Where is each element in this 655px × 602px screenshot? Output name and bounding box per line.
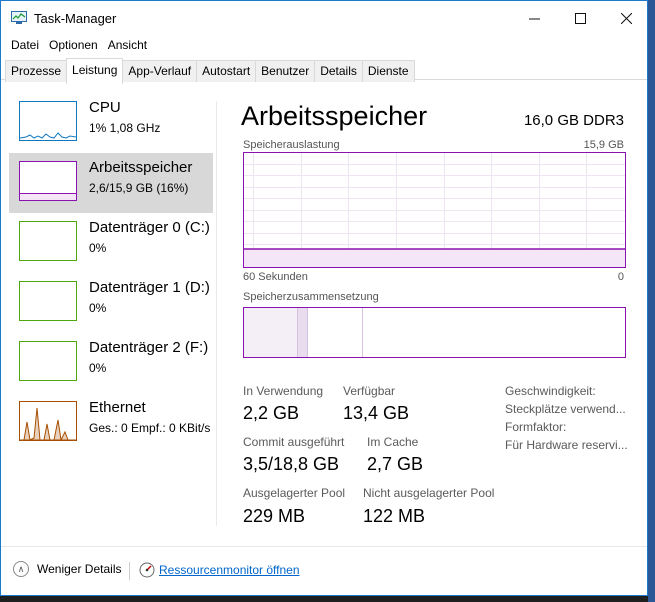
sidebar-item-value: 0% xyxy=(89,361,107,375)
sidebar-item-label: Arbeitsspeicher xyxy=(89,159,193,176)
sidebar-item-value: 2,6/15,9 GB (16%) xyxy=(89,181,189,195)
composition-modified xyxy=(297,308,308,357)
menu-datei[interactable]: Datei xyxy=(1,35,45,55)
available-value: 13,4 GB xyxy=(343,403,410,423)
composition-label: Speicherzusammensetzung xyxy=(243,291,379,303)
sidebar-item-value: 0% xyxy=(89,241,107,255)
sidebar-divider xyxy=(216,101,217,526)
paged-pool-value: 229 MB xyxy=(243,506,306,526)
resource-monitor-icon xyxy=(139,562,155,578)
in-use-value: 2,2 GB xyxy=(243,403,300,423)
tab-autostart[interactable]: Autostart xyxy=(196,60,257,82)
page-title: Arbeitsspeicher xyxy=(241,101,428,131)
task-manager-icon xyxy=(11,11,27,24)
commit-label: Commit ausgeführt xyxy=(243,435,345,449)
disk-0-thumbnail-graph xyxy=(19,221,77,261)
composition-in-use xyxy=(244,308,297,357)
sidebar-item-label: Datenträger 1 (D:) xyxy=(89,279,210,296)
maximize-icon xyxy=(574,12,586,24)
sidebar-item-cpu[interactable]: CPU 1% 1,08 GHz xyxy=(9,93,213,153)
memory-composition-bar xyxy=(243,307,626,358)
maximize-button[interactable] xyxy=(557,1,603,35)
nonpaged-pool-value: 122 MB xyxy=(363,506,426,526)
sidebar-item-label: Datenträger 0 (C:) xyxy=(89,219,210,236)
tab-details[interactable]: Details xyxy=(314,60,363,82)
sidebar-item-disk-1[interactable]: Datenträger 1 (D:) 0% xyxy=(9,273,213,333)
performance-sidebar: CPU 1% 1,08 GHz Arbeitsspeicher 2,6/15,9… xyxy=(9,93,213,455)
minimize-icon xyxy=(528,18,540,19)
sidebar-item-memory[interactable]: Arbeitsspeicher 2,6/15,9 GB (16%) xyxy=(9,153,213,213)
disk-1-thumbnail-graph xyxy=(19,281,77,321)
sidebar-item-label: Ethernet xyxy=(89,399,146,416)
time-axis-right: 0 xyxy=(617,271,624,283)
cached-label: Im Cache xyxy=(367,435,419,449)
fewer-details-button[interactable]: ∧ Weniger Details xyxy=(13,561,121,577)
task-manager-window: Task-Manager Datei Optionen Ansicht Proz… xyxy=(0,0,648,596)
fewer-details-label: Weniger Details xyxy=(37,562,122,576)
speed-label: Geschwindigkeit: xyxy=(505,384,596,398)
tab-dienste[interactable]: Dienste xyxy=(361,60,415,82)
resource-monitor-link[interactable]: Ressourcenmonitor öffnen xyxy=(139,562,300,578)
tab-prozesse[interactable]: Prozesse xyxy=(5,60,68,82)
slots-used-label: Steckplätze verwend... xyxy=(505,402,626,416)
menu-bar: Datei Optionen Ansicht xyxy=(1,35,153,55)
sidebar-item-label: Datenträger 2 (F:) xyxy=(89,339,209,356)
usage-graph-label: Speicherauslastung xyxy=(243,139,340,151)
available-label: Verfügbar xyxy=(343,384,396,398)
hardware-reserved-label: Für Hardware reservi... xyxy=(505,438,628,452)
sidebar-item-disk-0[interactable]: Datenträger 0 (C:) 0% xyxy=(9,213,213,273)
sidebar-item-value: Ges.: 0 Empf.: 0 KBit/s xyxy=(89,421,211,435)
chevron-up-icon: ∧ xyxy=(13,561,29,577)
usage-grid xyxy=(244,153,625,267)
in-use-label: In Verwendung xyxy=(243,384,324,398)
usage-graph-max: 15,9 GB xyxy=(583,139,624,151)
title-bar[interactable]: Task-Manager xyxy=(1,1,647,35)
ethernet-thumbnail-graph xyxy=(19,401,77,441)
minimize-button[interactable] xyxy=(511,1,557,35)
desktop-background xyxy=(648,0,655,602)
time-axis-left: 60 Sekunden xyxy=(243,271,308,283)
resource-monitor-label[interactable]: Ressourcenmonitor öffnen xyxy=(159,563,300,577)
nonpaged-pool-label: Nicht ausgelagerter Pool xyxy=(363,486,495,500)
sidebar-item-disk-2[interactable]: Datenträger 2 (F:) 0% xyxy=(9,333,213,393)
footer-separator xyxy=(129,562,130,580)
paged-pool-label: Ausgelagerter Pool xyxy=(243,486,346,500)
footer-divider xyxy=(1,546,647,547)
sidebar-item-value: 0% xyxy=(89,301,107,315)
disk-2-thumbnail-graph xyxy=(19,341,77,381)
close-button[interactable] xyxy=(603,1,649,35)
close-icon xyxy=(620,12,632,24)
menu-optionen[interactable]: Optionen xyxy=(45,35,104,55)
tab-leistung[interactable]: Leistung xyxy=(66,58,124,84)
cpu-thumbnail-graph xyxy=(19,101,77,141)
form-factor-label: Formfaktor: xyxy=(505,420,567,434)
tab-benutzer[interactable]: Benutzer xyxy=(255,60,316,82)
tab-bar: Prozesse Leistung App-Verlauf Autostart … xyxy=(5,58,415,84)
sidebar-item-value: 1% 1,08 GHz xyxy=(89,121,161,135)
memory-thumbnail-graph xyxy=(19,161,77,201)
window-title: Task-Manager xyxy=(34,11,117,26)
cached-value: 2,7 GB xyxy=(367,454,424,474)
composition-standby-divider xyxy=(362,308,363,357)
sidebar-item-label: CPU xyxy=(89,99,121,116)
sidebar-item-ethernet[interactable]: Ethernet Ges.: 0 Empf.: 0 KBit/s xyxy=(9,393,213,453)
memory-usage-graph xyxy=(243,152,626,268)
commit-value: 3,5/18,8 GB xyxy=(243,454,340,474)
menu-ansicht[interactable]: Ansicht xyxy=(104,35,153,55)
tab-app-verlauf[interactable]: App-Verlauf xyxy=(122,60,198,82)
memory-spec: 16,0 GB DDR3 xyxy=(523,112,624,129)
